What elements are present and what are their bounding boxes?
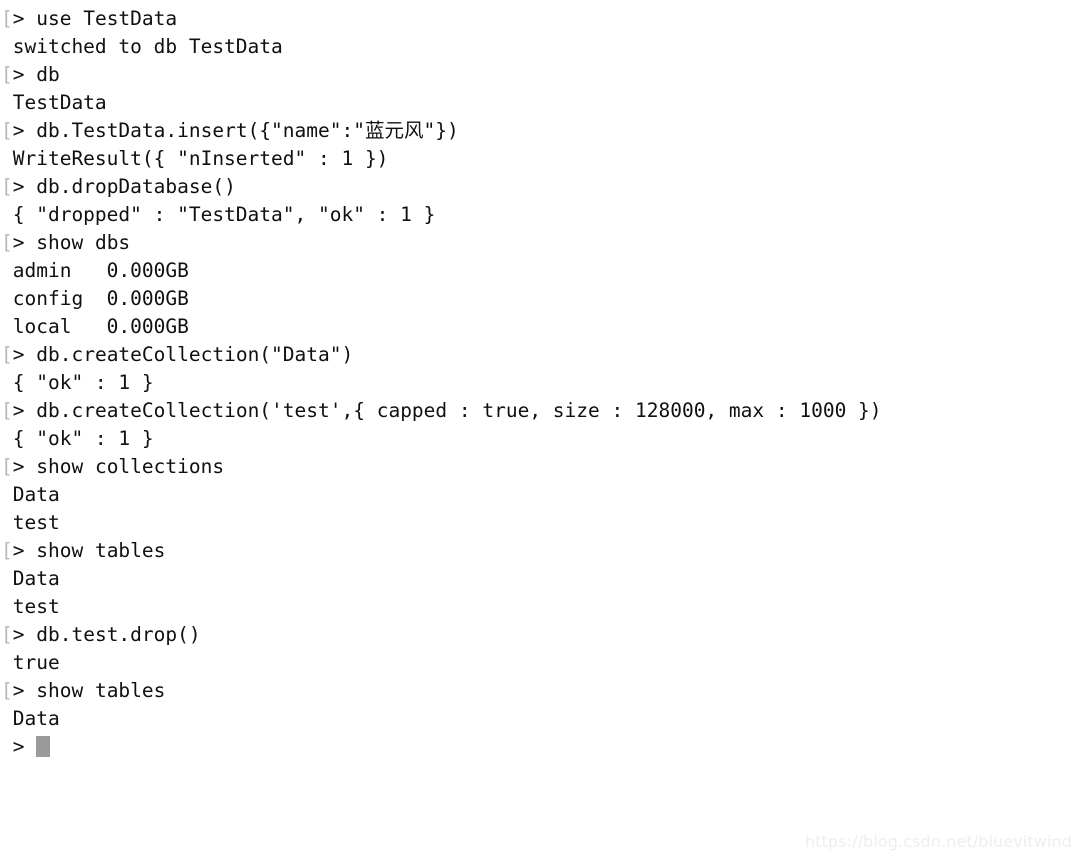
- terminal-window[interactable]: [> use TestData switched to db TestData[…: [0, 0, 1080, 860]
- command-text: db.test.drop(): [36, 623, 201, 646]
- terminal-line: admin 0.000GB: [1, 257, 882, 285]
- prompt-bracket: [: [1, 119, 13, 142]
- terminal-line: [> db.createCollection("Data"): [1, 341, 882, 369]
- output-text: test: [1, 595, 60, 618]
- output-text: admin 0.000GB: [1, 259, 189, 282]
- text-cursor[interactable]: [36, 736, 51, 757]
- terminal-line: test: [1, 593, 882, 621]
- terminal-line: [> db.dropDatabase(): [1, 173, 882, 201]
- command-text: db.createCollection('test',{ capped : tr…: [36, 399, 882, 422]
- command-text: show dbs: [36, 231, 131, 254]
- terminal-line: local 0.000GB: [1, 313, 882, 341]
- output-text: test: [1, 511, 60, 534]
- prompt-bracket: [: [1, 7, 13, 30]
- terminal-line: test: [1, 509, 882, 537]
- terminal-line: TestData: [1, 89, 882, 117]
- prompt-symbol: >: [12, 231, 25, 254]
- command-text: use TestData: [36, 7, 178, 30]
- terminal-line: switched to db TestData: [1, 33, 882, 61]
- prompt-symbol: >: [12, 63, 25, 86]
- output-text: local 0.000GB: [1, 315, 189, 338]
- output-text: TestData: [1, 91, 107, 114]
- prompt-bracket: [: [1, 679, 13, 702]
- terminal-line: [> db.TestData.insert({"name":"蓝元风"}): [1, 117, 882, 145]
- prompt-bracket: [: [1, 455, 13, 478]
- output-text: { "ok" : 1 }: [1, 371, 154, 394]
- terminal-line: [> db: [1, 61, 882, 89]
- prompt-bracket: [: [1, 343, 13, 366]
- active-prompt-symbol: >: [1, 735, 25, 758]
- terminal-line: [> show dbs: [1, 229, 882, 257]
- terminal-line: [> db.createCollection('test',{ capped :…: [1, 397, 882, 425]
- prompt-symbol: >: [12, 343, 25, 366]
- terminal-line: [> show collections: [1, 453, 882, 481]
- prompt-bracket: [: [1, 175, 13, 198]
- command-text: show collections: [36, 455, 225, 478]
- prompt-symbol: >: [12, 399, 25, 422]
- prompt-bracket: [: [1, 231, 13, 254]
- prompt-symbol: >: [12, 119, 25, 142]
- prompt-bracket: [: [1, 623, 13, 646]
- prompt-symbol: >: [12, 7, 25, 30]
- terminal-line: Data: [1, 565, 882, 593]
- terminal-line: WriteResult({ "nInserted" : 1 }): [1, 145, 882, 173]
- watermark: https://blog.csdn.net/bluevitwind: [804, 832, 1072, 851]
- prompt-symbol: >: [12, 455, 25, 478]
- terminal-output-area[interactable]: [> use TestData switched to db TestData[…: [1, 5, 882, 761]
- command-text: show tables: [36, 539, 166, 562]
- output-text: config 0.000GB: [1, 287, 189, 310]
- terminal-line: [> show tables: [1, 537, 882, 565]
- output-text: Data: [1, 567, 60, 590]
- prompt-symbol: >: [12, 679, 25, 702]
- output-text: switched to db TestData: [1, 35, 283, 58]
- command-text: db: [36, 63, 60, 86]
- command-text: db.TestData.insert({"name":"蓝元风"}): [36, 119, 459, 142]
- prompt-symbol: >: [12, 175, 25, 198]
- output-text: WriteResult({ "nInserted" : 1 }): [1, 147, 389, 170]
- output-text: { "dropped" : "TestData", "ok" : 1 }: [1, 203, 436, 226]
- terminal-line: { "ok" : 1 }: [1, 369, 882, 397]
- terminal-line: [> db.test.drop(): [1, 621, 882, 649]
- terminal-line: [> show tables: [1, 677, 882, 705]
- output-text: Data: [1, 483, 60, 506]
- output-text: Data: [1, 707, 60, 730]
- output-text: true: [1, 651, 60, 674]
- prompt-bracket: [: [1, 399, 13, 422]
- terminal-line: >: [1, 733, 882, 761]
- command-text: db.dropDatabase(): [36, 175, 236, 198]
- prompt-symbol: >: [12, 539, 25, 562]
- prompt-symbol: >: [12, 623, 25, 646]
- command-text: show tables: [36, 679, 166, 702]
- terminal-line: true: [1, 649, 882, 677]
- terminal-line: [> use TestData: [1, 5, 882, 33]
- prompt-bracket: [: [1, 63, 13, 86]
- prompt-bracket: [: [1, 539, 13, 562]
- terminal-line: config 0.000GB: [1, 285, 882, 313]
- terminal-line: { "ok" : 1 }: [1, 425, 882, 453]
- command-text: db.createCollection("Data"): [36, 343, 354, 366]
- output-text: { "ok" : 1 }: [1, 427, 154, 450]
- terminal-line: Data: [1, 481, 882, 509]
- terminal-line: Data: [1, 705, 882, 733]
- terminal-line: { "dropped" : "TestData", "ok" : 1 }: [1, 201, 882, 229]
